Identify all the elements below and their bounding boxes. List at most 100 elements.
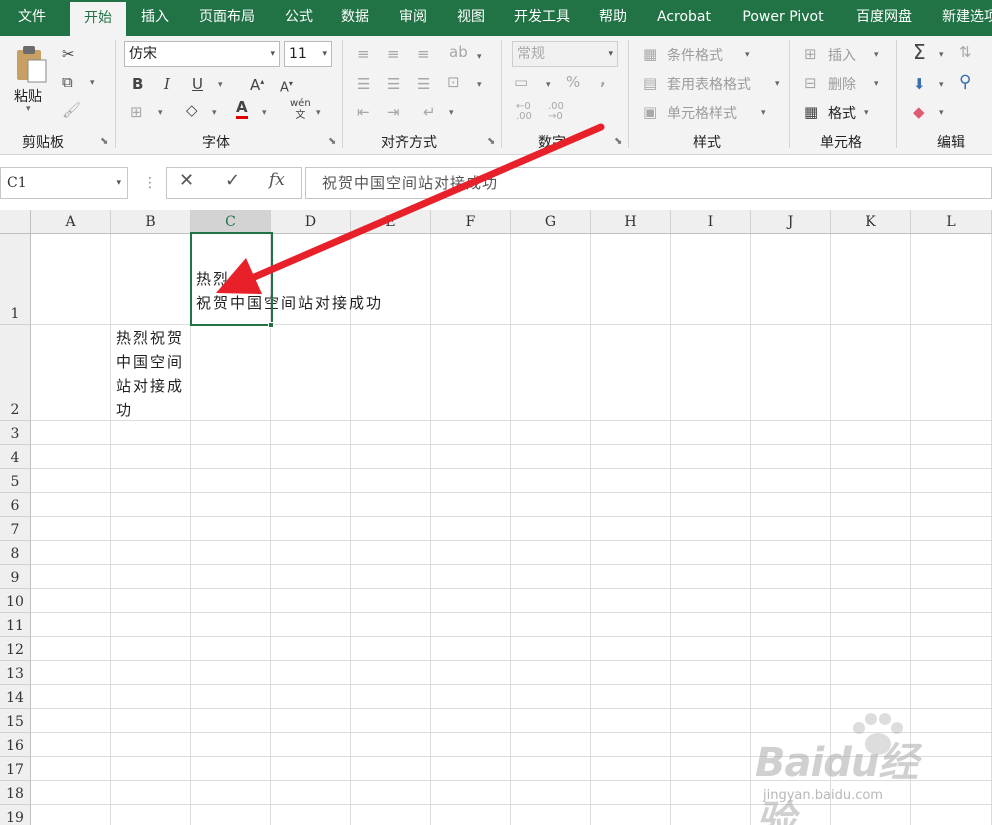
tab-data[interactable]: 数据	[330, 0, 380, 36]
chevron-down-icon[interactable]: ▾	[477, 52, 482, 62]
format-cells-button[interactable]: ▦ 格式 ▾	[804, 102, 892, 124]
percent-icon[interactable]: %	[566, 72, 580, 92]
row-header-5[interactable]: 5	[0, 469, 31, 493]
currency-icon[interactable]: ▭	[514, 72, 528, 92]
align-right-icon[interactable]: ☰	[417, 74, 430, 94]
fill-handle[interactable]	[268, 322, 274, 328]
decrease-decimal-icon[interactable]: .00 →0	[548, 102, 564, 122]
formula-bar-resize-handle[interactable]: ⋮	[143, 175, 157, 191]
row-header-3[interactable]: 3	[0, 421, 31, 445]
increase-indent-icon[interactable]: ⇥	[387, 102, 400, 122]
column-header-k[interactable]: K	[831, 210, 911, 234]
cancel-icon[interactable]: ✕	[179, 170, 194, 191]
italic-icon[interactable]: I	[164, 74, 170, 94]
row-header-12[interactable]: 12	[0, 637, 31, 661]
column-header-e[interactable]: E	[351, 210, 431, 234]
phonetic-guide-icon[interactable]: wén 文	[290, 98, 311, 122]
worksheet-grid[interactable]: ABCDEFGHIJKL 1 2 3 4 5 6 7 8 9 10 11 12 13 14 15 16 17 18…	[0, 210, 992, 825]
border-icon[interactable]: ⊞	[130, 102, 143, 122]
tab-file[interactable]: 文件	[6, 0, 58, 36]
align-bottom-icon[interactable]: ≡	[417, 44, 430, 64]
column-header-i[interactable]: I	[671, 210, 751, 234]
insert-cells-button[interactable]: ⊞ 插入 ▾	[804, 44, 892, 66]
copy-icon[interactable]: ⧉	[62, 72, 73, 92]
chevron-down-icon[interactable]: ▾	[316, 108, 321, 118]
clear-icon[interactable]: ◆	[913, 102, 925, 122]
chevron-down-icon[interactable]: ▾	[939, 50, 944, 60]
bold-icon[interactable]: B	[132, 74, 143, 94]
tab-view[interactable]: 视图	[446, 0, 496, 36]
tab-home[interactable]: 开始	[70, 2, 126, 36]
align-middle-icon[interactable]: ≡	[387, 44, 400, 64]
chevron-down-icon[interactable]: ▾	[449, 108, 454, 118]
autosum-icon[interactable]: Σ	[913, 42, 926, 62]
chevron-down-icon[interactable]: ▾	[939, 108, 944, 118]
cell-b2-text[interactable]: 热烈祝贺 中国空间 站对接成 功	[116, 326, 184, 422]
increase-decimal-icon[interactable]: ←0.00	[516, 102, 532, 122]
comma-style-icon[interactable]: ,	[600, 70, 606, 90]
font-size-select[interactable]: 11 ▾	[284, 41, 332, 67]
column-header-a[interactable]: A	[31, 210, 111, 234]
dialog-launcher-icon[interactable]: ⬊	[487, 136, 495, 147]
conditional-format-button[interactable]: ▦ 条件格式 ▾	[643, 44, 783, 66]
tab-help[interactable]: 帮助	[588, 0, 638, 36]
column-header-g[interactable]: G	[511, 210, 591, 234]
decrease-font-size-icon[interactable]: A▾	[280, 74, 293, 98]
orientation-icon[interactable]: ab	[449, 42, 468, 62]
row-header-10[interactable]: 10	[0, 589, 31, 613]
tab-review[interactable]: 审阅	[388, 0, 438, 36]
merge-center-icon[interactable]: ⊡	[447, 72, 460, 92]
row-header-2[interactable]: 2	[0, 325, 31, 421]
enter-icon[interactable]: ✓	[225, 170, 240, 191]
wrap-text-icon[interactable]: ↵	[423, 102, 436, 122]
paste-button[interactable]: 粘贴 ▾	[10, 42, 52, 114]
row-header-18[interactable]: 18	[0, 781, 31, 805]
chevron-down-icon[interactable]: ▾	[212, 108, 217, 118]
increase-font-size-icon[interactable]: A▴	[250, 72, 264, 95]
chevron-down-icon[interactable]: ▾	[158, 108, 163, 118]
row-header-15[interactable]: 15	[0, 709, 31, 733]
name-box[interactable]: C1 ▾	[0, 167, 128, 199]
align-top-icon[interactable]: ≡	[357, 44, 370, 64]
row-header-17[interactable]: 17	[0, 757, 31, 781]
delete-cells-button[interactable]: ⊟ 删除 ▾	[804, 73, 892, 95]
align-center-icon[interactable]: ☰	[387, 74, 400, 94]
dialog-launcher-icon[interactable]: ⬊	[614, 136, 622, 147]
dialog-launcher-icon[interactable]: ⬊	[328, 136, 336, 147]
number-format-select[interactable]: 常规 ▾	[512, 41, 618, 67]
tab-developer[interactable]: 开发工具	[504, 0, 580, 36]
formula-input[interactable]: 祝贺中国空间站对接成功	[305, 167, 992, 199]
tab-baidu-netdisk[interactable]: 百度网盘	[846, 0, 922, 36]
row-header-16[interactable]: 16	[0, 733, 31, 757]
column-header-h[interactable]: H	[591, 210, 671, 234]
tab-page-layout[interactable]: 页面布局	[188, 0, 266, 36]
format-painter-icon[interactable]: 🖌	[62, 100, 81, 120]
row-header-14[interactable]: 14	[0, 685, 31, 709]
tab-acrobat[interactable]: Acrobat	[648, 0, 720, 36]
column-header-j[interactable]: J	[751, 210, 831, 234]
fill-color-icon[interactable]: ◇	[186, 100, 198, 120]
column-header-c[interactable]: C	[191, 210, 271, 234]
find-select-icon[interactable]: ⚲	[959, 72, 971, 92]
row-header-11[interactable]: 11	[0, 613, 31, 637]
insert-function-button[interactable]: fx	[269, 170, 285, 190]
font-color-icon[interactable]: A	[236, 98, 248, 119]
row-header-1[interactable]: 1	[0, 234, 31, 325]
chevron-down-icon[interactable]: ▾	[262, 108, 267, 118]
decrease-indent-icon[interactable]: ⇤	[357, 102, 370, 122]
row-header-4[interactable]: 4	[0, 445, 31, 469]
table-format-button[interactable]: ▤ 套用表格格式 ▾	[643, 73, 783, 95]
tab-power-pivot[interactable]: Power Pivot	[732, 0, 834, 36]
dialog-launcher-icon[interactable]: ⬊	[100, 136, 108, 147]
sort-filter-icon[interactable]: ⇅	[959, 42, 972, 62]
cell-styles-button[interactable]: ▣ 单元格样式 ▾	[643, 102, 783, 124]
chevron-down-icon[interactable]: ▾	[90, 78, 95, 88]
chevron-down-icon[interactable]: ▾	[477, 80, 482, 90]
row-header-9[interactable]: 9	[0, 565, 31, 589]
row-header-19[interactable]: 19	[0, 805, 31, 825]
underline-icon[interactable]: U	[192, 74, 203, 94]
font-name-select[interactable]: 仿宋 ▾	[124, 41, 280, 67]
column-header-d[interactable]: D	[271, 210, 351, 234]
fill-icon[interactable]: ⬇	[913, 74, 926, 94]
chevron-down-icon[interactable]: ▾	[546, 80, 551, 90]
